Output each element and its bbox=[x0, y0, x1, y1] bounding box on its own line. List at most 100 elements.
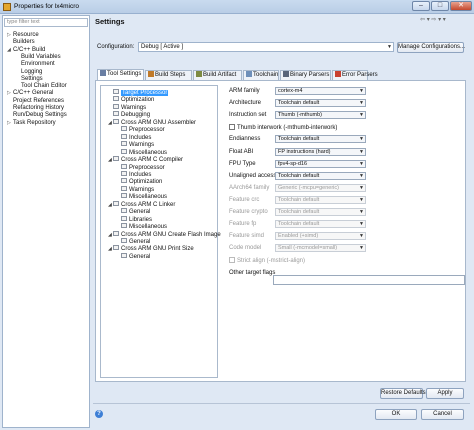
tool-tree-item[interactable]: Libraries bbox=[116, 215, 152, 223]
property-select[interactable]: Toolchain default ▼ bbox=[275, 171, 366, 180]
tool-tree-label: Warnings bbox=[121, 104, 147, 111]
cancel-button[interactable]: Cancel bbox=[421, 409, 464, 420]
settings-page-icon bbox=[121, 223, 127, 229]
other-target-flags-input[interactable] bbox=[273, 275, 465, 285]
tool-tree-item[interactable]: Debugging bbox=[108, 111, 150, 118]
property-value: fpv4-sp-d16 bbox=[278, 160, 308, 167]
history-nav[interactable]: ⇦ ▾ ⇨ ▾ ▾ bbox=[420, 16, 446, 23]
sidebar-item-label: Builders bbox=[13, 39, 35, 46]
tool-tree-item[interactable]: Optimization bbox=[108, 96, 154, 103]
tool-tree-label: General bbox=[129, 253, 151, 260]
property-select: Toolchain default ▼ bbox=[275, 195, 366, 204]
tool-tree-item[interactable]: ◢ Cross ARM GNU Print Size bbox=[108, 245, 194, 252]
help-icon[interactable]: ? bbox=[95, 410, 103, 418]
settings-page-icon bbox=[121, 133, 127, 139]
manage-configurations-button[interactable]: Manage Configurations... bbox=[397, 42, 465, 53]
tool-tree-item[interactable]: Warnings bbox=[108, 103, 147, 111]
tool-tree-item[interactable]: Miscellaneous bbox=[116, 223, 167, 230]
app-icon bbox=[3, 3, 11, 11]
chevron-down-icon: ▼ bbox=[359, 184, 364, 191]
property-select[interactable]: Toolchain default ▼ bbox=[275, 135, 366, 144]
tool-tree-item[interactable]: Warnings bbox=[116, 141, 154, 148]
restore-defaults-button[interactable]: Restore Defaults bbox=[380, 388, 426, 399]
tool-tree-item[interactable]: Preprocessor bbox=[116, 163, 165, 171]
tool-tree-item[interactable]: ◢ Cross ARM GNU Create Flash Image bbox=[108, 230, 221, 238]
close-button[interactable]: ✕ bbox=[450, 1, 472, 11]
property-label: ARM family bbox=[229, 88, 260, 94]
maximize-button[interactable]: □ bbox=[431, 1, 449, 11]
chevron-down-icon: ▼ bbox=[359, 100, 364, 107]
property-value: Toolchain default bbox=[278, 172, 320, 179]
settings-page-icon bbox=[121, 238, 127, 243]
property-select[interactable]: cortex-m4 ▼ bbox=[275, 87, 366, 95]
filter-input[interactable]: type filter text bbox=[4, 18, 88, 27]
property-value: Enabled (+simd) bbox=[278, 233, 319, 240]
tool-tree-item[interactable]: General bbox=[116, 238, 150, 245]
tools-icon bbox=[100, 70, 106, 76]
property-label: Feature crypto bbox=[229, 209, 268, 215]
minimize-button[interactable]: – bbox=[412, 1, 430, 11]
property-select: Toolchain default ▼ bbox=[275, 208, 366, 216]
tab-label: Tool Settings bbox=[107, 71, 142, 77]
property-select[interactable]: FP instructions (hard) ▼ bbox=[275, 147, 366, 156]
ok-button[interactable]: OK bbox=[375, 409, 417, 420]
tool-tree-item[interactable]: Miscellaneous bbox=[116, 148, 168, 156]
property-select[interactable]: Thumb (-mthumb) ▼ bbox=[275, 111, 366, 120]
tab-build-artifact[interactable]: Build Artifact bbox=[193, 70, 242, 80]
property-checkbox-label: Strict align (-mstrict-align) bbox=[237, 258, 306, 265]
property-value: Thumb (-mthumb) bbox=[278, 112, 323, 119]
tool-tree-item[interactable]: ◢ Cross ARM GNU Assembler bbox=[108, 118, 197, 126]
tool-tree-item[interactable]: ◢ Cross ARM C Linker bbox=[108, 200, 175, 208]
tool-tree-item[interactable]: General bbox=[116, 208, 150, 215]
chevron-down-icon: ▼ bbox=[359, 245, 364, 252]
sidebar-item-label: Project References bbox=[13, 97, 65, 104]
chevron-down-icon: ▼ bbox=[359, 88, 364, 94]
settings-page-icon bbox=[121, 126, 127, 132]
apply-button[interactable]: Apply bbox=[426, 388, 464, 399]
tool-tree-item[interactable]: Warnings bbox=[116, 185, 154, 193]
tool-tree-item[interactable]: ◢ Cross ARM C Compiler bbox=[108, 156, 183, 163]
chevron-down-icon: ▼ bbox=[359, 112, 364, 119]
tool-tree-label: General bbox=[129, 239, 151, 245]
tool-tree-label: Miscellaneous bbox=[129, 149, 168, 156]
settings-page-icon bbox=[113, 103, 119, 109]
tool-icon bbox=[113, 245, 119, 251]
settings-page-icon bbox=[121, 208, 127, 214]
tab-label: Binary Parsers bbox=[290, 72, 330, 78]
tool-tree-item[interactable]: Optimization bbox=[116, 178, 162, 185]
property-select: Toolchain default ▼ bbox=[275, 220, 366, 229]
tool-tree-label: Includes bbox=[129, 171, 152, 178]
tool-tree-label: Cross ARM GNU Assembler bbox=[121, 119, 197, 126]
property-label: Instruction set bbox=[229, 112, 267, 119]
tool-tree-label: Preprocessor bbox=[129, 164, 165, 171]
tool-tree-item[interactable]: Preprocessor bbox=[116, 126, 165, 133]
tool-tree-item[interactable]: Includes bbox=[116, 170, 152, 178]
steps-icon bbox=[148, 71, 154, 77]
window-title: Properties for lx4micro bbox=[14, 3, 80, 10]
tab-build-steps[interactable]: Build Steps bbox=[145, 70, 192, 80]
tool-tree-item[interactable]: Includes bbox=[116, 133, 151, 141]
property-value: Small (-mcmodel=small) bbox=[278, 245, 338, 252]
property-checkbox[interactable]: Thumb interwork (-mthumb-interwork) bbox=[229, 124, 337, 131]
settings-page-icon bbox=[121, 170, 127, 176]
configuration-value: Debug [ Active ] bbox=[141, 44, 184, 50]
property-label: Float ABI bbox=[229, 148, 254, 155]
settings-page-icon bbox=[121, 148, 127, 154]
chevron-down-icon: ▼ bbox=[359, 148, 364, 155]
artifact-icon bbox=[196, 71, 202, 77]
tool-tree-label: Debugging bbox=[121, 112, 151, 119]
property-select[interactable]: Toolchain default ▼ bbox=[275, 99, 366, 108]
tab-toolchain[interactable]: Toolchain bbox=[243, 70, 279, 80]
chevron-down-icon: ▼ bbox=[359, 136, 364, 143]
configuration-select[interactable]: Debug [ Active ] ▼ bbox=[138, 42, 394, 52]
tool-tree-item[interactable]: General bbox=[116, 252, 151, 260]
property-select[interactable]: fpv4-sp-d16 ▼ bbox=[275, 159, 366, 168]
checkbox-icon[interactable] bbox=[229, 124, 235, 131]
tool-tree-item[interactable]: Target Processor bbox=[108, 89, 169, 96]
sidebar-item[interactable]: ▷ Task Repository bbox=[7, 119, 56, 127]
tab-binary-parsers[interactable]: Binary Parsers bbox=[280, 70, 331, 80]
tool-tree-label: Cross ARM C Compiler bbox=[121, 157, 184, 164]
property-value: Generic (-mcpu=generic) bbox=[278, 184, 339, 191]
tool-tree-item[interactable]: Miscellaneous bbox=[116, 193, 167, 200]
tab-error-parsers[interactable]: Error Parsers bbox=[332, 70, 378, 80]
